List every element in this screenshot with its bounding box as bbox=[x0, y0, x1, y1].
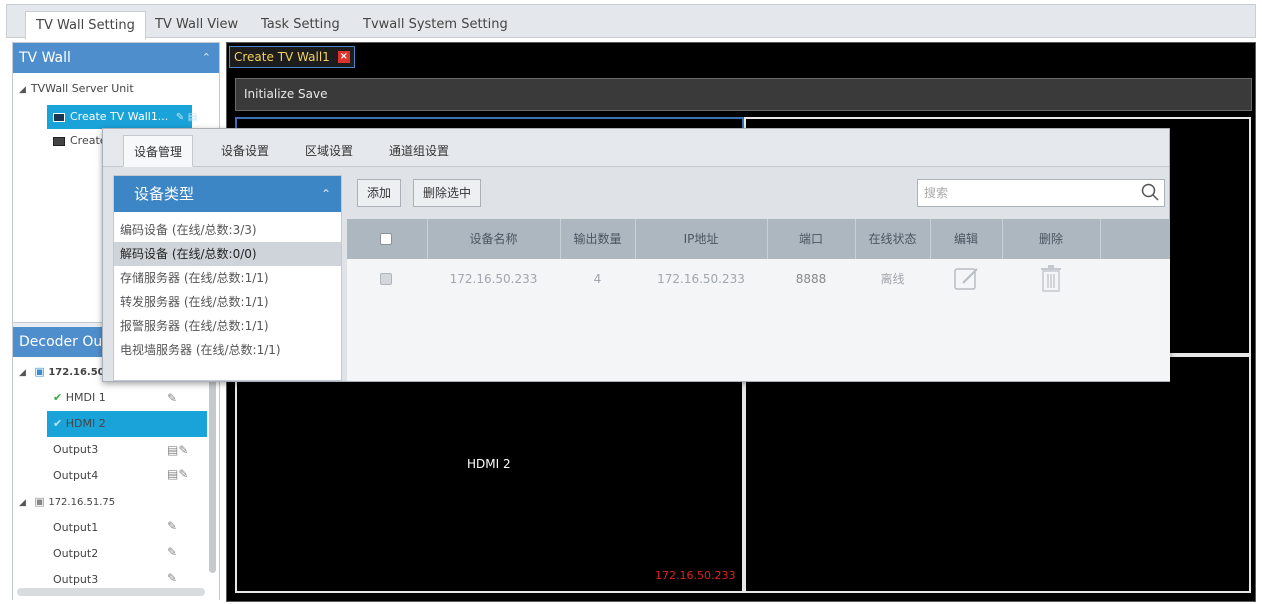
output-item[interactable]: ✔ HMDI 1 bbox=[53, 385, 106, 411]
tab-tv-wall-setting[interactable]: TV Wall Setting bbox=[25, 11, 146, 40]
edit-icon[interactable]: ✎ bbox=[167, 545, 177, 559]
edit-icon[interactable]: ▤✎ bbox=[167, 443, 188, 457]
screen-output-label: HDMI 2 bbox=[467, 457, 511, 471]
edit-icon[interactable]: ✎ bbox=[176, 112, 184, 123]
tab-create-tv-wall1[interactable]: Create TV Wall1 × bbox=[229, 46, 355, 68]
tv-wall1-label: Create TV Wall1... bbox=[70, 110, 169, 123]
device-type-item-encoder[interactable]: 编码设备 (在线/总数:3/3) bbox=[114, 218, 341, 242]
search-placeholder: 搜索 bbox=[924, 186, 949, 200]
add-button[interactable]: 添加 bbox=[357, 179, 402, 207]
col-online-status[interactable]: 在线状态 bbox=[855, 219, 930, 259]
decoder-panel-title: Decoder Ou bbox=[19, 334, 103, 350]
device-type-item-decoder[interactable]: 解码设备 (在线/总数:0/0) bbox=[114, 242, 341, 266]
decoder-device-icon: ▣ bbox=[34, 495, 45, 508]
output-label: Output4 bbox=[53, 469, 99, 482]
device-type-header[interactable]: 设备类型 ⌃ bbox=[114, 176, 341, 212]
output-item[interactable]: Output3 bbox=[53, 437, 98, 463]
cell-port: 8888 bbox=[795, 272, 827, 286]
tab-label: Create TV Wall1 bbox=[234, 50, 330, 64]
device-management-dialog: 设备管理 设备设置 区域设置 通道组设置 设备类型 ⌃ 编码设备 (在线/总数:… bbox=[102, 128, 1170, 382]
col-ip-address[interactable]: IP地址 bbox=[635, 219, 767, 259]
cell-output-count: 4 bbox=[593, 272, 602, 286]
col-edit[interactable]: 编辑 bbox=[930, 219, 1002, 259]
tree-item-tv-wall1[interactable]: Create TV Wall1... ✎ ▤ bbox=[47, 105, 197, 129]
col-device-name[interactable]: 设备名称 bbox=[427, 219, 560, 259]
close-icon[interactable]: × bbox=[337, 51, 350, 63]
horizontal-scrollbar[interactable] bbox=[17, 588, 205, 596]
screen-3[interactable]: HDMI 2 172.16.50.233 bbox=[235, 355, 744, 593]
tab-device-management[interactable]: 设备管理 bbox=[123, 135, 194, 167]
expand-icon[interactable]: ◢ bbox=[19, 360, 26, 386]
device-type-item-alarm[interactable]: 报警服务器 (在线/总数:1/1) bbox=[114, 314, 341, 338]
output-label: Output2 bbox=[53, 547, 99, 560]
output-label: HMDI 1 bbox=[65, 391, 106, 404]
check-icon: ✔ bbox=[53, 391, 63, 404]
search-icon[interactable] bbox=[1140, 182, 1160, 202]
collapse-icon[interactable]: ⌃ bbox=[202, 43, 211, 73]
cell-ip-address: 172.16.50.233 bbox=[657, 272, 745, 286]
screen-ip-label: 172.16.50.233 bbox=[655, 569, 736, 582]
device-type-item-forward[interactable]: 转发服务器 (在线/总数:1/1) bbox=[114, 290, 341, 314]
output-label: Output1 bbox=[53, 521, 99, 534]
edit-icon[interactable]: ✎ bbox=[167, 519, 177, 533]
col-output-count[interactable]: 输出数量 bbox=[560, 219, 635, 259]
screen-4[interactable] bbox=[744, 355, 1251, 593]
tab-device-settings[interactable]: 设备设置 bbox=[211, 135, 279, 167]
device-item-1[interactable]: ◢ ▣ 172.16.50.2 bbox=[19, 359, 115, 385]
trash-icon[interactable] bbox=[1039, 265, 1063, 293]
delete-selected-button[interactable]: 删除选中 bbox=[413, 179, 482, 207]
edit-icon[interactable]: ✎ bbox=[167, 571, 177, 585]
device2-label: 172.16.51.75 bbox=[48, 497, 116, 508]
output-item[interactable]: Output4 bbox=[53, 463, 98, 489]
output-item-selected[interactable]: ✔ HDMI 2 bbox=[47, 411, 207, 437]
col-port[interactable]: 端口 bbox=[767, 219, 855, 259]
device-table: 设备名称 输出数量 IP地址 端口 在线状态 编辑 删除 172.16.50.2… bbox=[347, 219, 1170, 381]
tv-wall-panel-title: TV Wall bbox=[19, 50, 71, 66]
monitor-icon bbox=[53, 136, 65, 146]
output-item[interactable]: Output2 bbox=[53, 541, 98, 567]
decoder-device-icon: ▣ bbox=[34, 365, 45, 378]
device-item-2[interactable]: ◢ ▣ 172.16.51.75 bbox=[19, 489, 115, 515]
device-type-item-storage[interactable]: 存储服务器 (在线/总数:1/1) bbox=[114, 266, 341, 290]
device-type-sidebar: 设备类型 ⌃ 编码设备 (在线/总数:3/3) 解码设备 (在线/总数:0/0)… bbox=[113, 175, 342, 381]
select-all-checkbox[interactable] bbox=[380, 233, 392, 245]
wall-toolbar: Initialize Save bbox=[235, 78, 1252, 111]
trash-icon[interactable]: ▤ bbox=[188, 112, 197, 123]
monitor-icon bbox=[53, 112, 65, 122]
device-type-item-tvwall[interactable]: 电视墙服务器 (在线/总数:1/1) bbox=[114, 338, 341, 362]
server-unit-label: TVWall Server Unit bbox=[30, 82, 134, 95]
top-tab-bar: TV Wall Setting TV Wall View Task Settin… bbox=[6, 4, 1256, 40]
edit-icon[interactable]: ✎ bbox=[167, 391, 177, 405]
output-label: HDMI 2 bbox=[65, 417, 106, 430]
tree-item-tv-wall2[interactable]: Create bbox=[53, 129, 107, 153]
expand-icon[interactable]: ◢ bbox=[19, 78, 26, 102]
edit-icon[interactable] bbox=[953, 265, 981, 293]
tv-wall-panel-header[interactable]: TV Wall ⌃ bbox=[13, 43, 219, 73]
output-label: Output3 bbox=[53, 443, 99, 456]
col-delete[interactable]: 删除 bbox=[1002, 219, 1100, 259]
tab-tvwall-system-setting[interactable]: Tvwall System Setting bbox=[353, 11, 518, 40]
collapse-icon[interactable]: ⌃ bbox=[321, 176, 331, 212]
edit-icon[interactable]: ▤✎ bbox=[167, 467, 188, 481]
tab-task-setting[interactable]: Task Setting bbox=[251, 11, 350, 40]
search-input[interactable]: 搜索 bbox=[917, 179, 1165, 207]
cell-online-status: 离线 bbox=[880, 272, 905, 286]
vertical-scrollbar[interactable] bbox=[209, 373, 216, 573]
tab-tv-wall-view[interactable]: TV Wall View bbox=[145, 11, 248, 40]
output-item[interactable]: Output1 bbox=[53, 515, 98, 541]
output-label: Output3 bbox=[53, 573, 99, 586]
tab-area-settings[interactable]: 区域设置 bbox=[295, 135, 363, 167]
row-checkbox[interactable] bbox=[380, 273, 392, 285]
table-header: 设备名称 输出数量 IP地址 端口 在线状态 编辑 删除 bbox=[347, 219, 1170, 259]
check-icon: ✔ bbox=[53, 417, 63, 430]
device-type-title: 设备类型 bbox=[134, 185, 195, 203]
expand-icon[interactable]: ◢ bbox=[19, 490, 26, 516]
cell-device-name: 172.16.50.233 bbox=[449, 272, 538, 286]
tab-channel-group-settings[interactable]: 通道组设置 bbox=[379, 135, 459, 167]
toolbar-actions[interactable]: Initialize Save bbox=[244, 87, 328, 101]
tree-item-server-unit[interactable]: ◢ TVWall Server Unit bbox=[19, 77, 134, 101]
dialog-tab-bar: 设备管理 设备设置 区域设置 通道组设置 bbox=[103, 129, 1169, 167]
